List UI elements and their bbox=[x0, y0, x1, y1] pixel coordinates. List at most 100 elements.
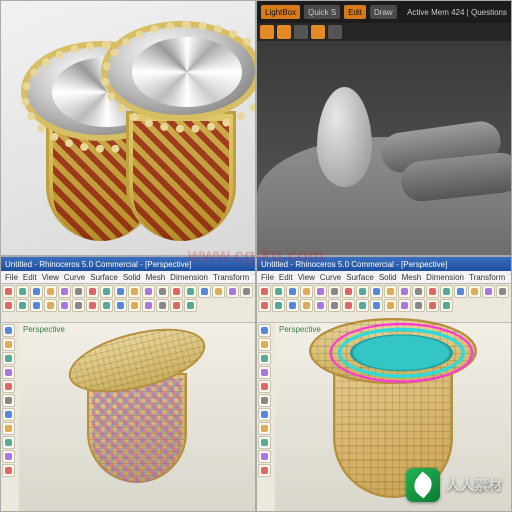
tool-icon[interactable] bbox=[370, 285, 383, 298]
menu-mesh[interactable]: Mesh bbox=[146, 273, 166, 282]
side-tool-icon[interactable] bbox=[2, 324, 15, 337]
menu-file[interactable]: File bbox=[5, 273, 18, 282]
menu-transform[interactable]: Transform bbox=[469, 273, 505, 282]
tool-icon[interactable] bbox=[468, 285, 481, 298]
quicksave-button[interactable]: Quick S bbox=[304, 5, 340, 19]
tool-icon[interactable] bbox=[412, 299, 425, 312]
tool-icon[interactable] bbox=[314, 299, 327, 312]
tool-icon[interactable] bbox=[198, 285, 211, 298]
menu-tools[interactable]: Tools bbox=[254, 273, 255, 282]
color-icon[interactable] bbox=[328, 25, 342, 39]
tool-icon[interactable] bbox=[30, 299, 43, 312]
side-tool-icon[interactable] bbox=[258, 338, 271, 351]
tool-icon[interactable] bbox=[328, 299, 341, 312]
side-tool-icon[interactable] bbox=[2, 408, 15, 421]
menu-file[interactable]: File bbox=[261, 273, 274, 282]
side-tool-icon[interactable] bbox=[2, 436, 15, 449]
side-tool-icon[interactable] bbox=[258, 394, 271, 407]
tool-icon[interactable] bbox=[286, 299, 299, 312]
draw-button[interactable]: Draw bbox=[370, 5, 397, 19]
tool-icon[interactable] bbox=[212, 285, 225, 298]
side-tool-icon[interactable] bbox=[258, 366, 271, 379]
tool-icon[interactable] bbox=[286, 285, 299, 298]
menu-solid[interactable]: Solid bbox=[123, 273, 141, 282]
menu-surface[interactable]: Surface bbox=[90, 273, 118, 282]
tool-icon[interactable] bbox=[184, 285, 197, 298]
menu-mesh[interactable]: Mesh bbox=[402, 273, 422, 282]
tool-icon[interactable] bbox=[482, 285, 495, 298]
side-tool-icon[interactable] bbox=[2, 422, 15, 435]
rhino-viewport[interactable]: Perspective bbox=[275, 323, 511, 512]
tool-icon[interactable] bbox=[100, 299, 113, 312]
brush-icon[interactable] bbox=[260, 25, 274, 39]
tool-icon[interactable] bbox=[128, 299, 141, 312]
tool-icon[interactable] bbox=[58, 299, 71, 312]
tool-icon[interactable] bbox=[258, 285, 271, 298]
tool-icon[interactable] bbox=[16, 299, 29, 312]
side-tool-icon[interactable] bbox=[258, 324, 271, 337]
tool-icon[interactable] bbox=[426, 285, 439, 298]
side-tool-icon[interactable] bbox=[2, 380, 15, 393]
lightbox-button[interactable]: LightBox bbox=[261, 5, 300, 19]
tool-icon[interactable] bbox=[16, 285, 29, 298]
viewport-label[interactable]: Perspective bbox=[23, 325, 65, 334]
side-tool-icon[interactable] bbox=[2, 352, 15, 365]
side-tool-icon[interactable] bbox=[2, 464, 15, 477]
tool-icon[interactable] bbox=[328, 285, 341, 298]
tool-icon[interactable] bbox=[156, 299, 169, 312]
tool-icon[interactable] bbox=[184, 299, 197, 312]
tool-icon[interactable] bbox=[58, 285, 71, 298]
tool-icon[interactable] bbox=[426, 299, 439, 312]
side-tool-icon[interactable] bbox=[2, 394, 15, 407]
tool-icon[interactable] bbox=[156, 285, 169, 298]
tool-icon[interactable] bbox=[356, 299, 369, 312]
tool-icon[interactable] bbox=[86, 285, 99, 298]
rhino-viewport[interactable]: Perspective bbox=[19, 323, 255, 512]
tool-icon[interactable] bbox=[114, 299, 127, 312]
side-tool-icon[interactable] bbox=[258, 380, 271, 393]
tool-icon[interactable] bbox=[440, 285, 453, 298]
side-tool-icon[interactable] bbox=[258, 408, 271, 421]
tool-icon[interactable] bbox=[2, 285, 15, 298]
side-tool-icon[interactable] bbox=[2, 366, 15, 379]
alpha-icon[interactable] bbox=[294, 25, 308, 39]
tool-icon[interactable] bbox=[72, 299, 85, 312]
menu-curve[interactable]: Curve bbox=[64, 273, 85, 282]
tool-icon[interactable] bbox=[100, 285, 113, 298]
tool-icon[interactable] bbox=[2, 299, 15, 312]
tool-icon[interactable] bbox=[342, 299, 355, 312]
tool-icon[interactable] bbox=[272, 299, 285, 312]
menu-dimension[interactable]: Dimension bbox=[170, 273, 208, 282]
material-icon[interactable] bbox=[311, 25, 325, 39]
edit-button[interactable]: Edit bbox=[344, 5, 366, 19]
tool-icon[interactable] bbox=[300, 285, 313, 298]
menu-transform[interactable]: Transform bbox=[213, 273, 249, 282]
menu-dimension[interactable]: Dimension bbox=[426, 273, 464, 282]
tool-icon[interactable] bbox=[170, 285, 183, 298]
menu-tools[interactable]: Tools bbox=[510, 273, 511, 282]
tool-icon[interactable] bbox=[30, 285, 43, 298]
tool-icon[interactable] bbox=[258, 299, 271, 312]
menu-edit[interactable]: Edit bbox=[23, 273, 37, 282]
menu-solid[interactable]: Solid bbox=[379, 273, 397, 282]
tool-icon[interactable] bbox=[314, 285, 327, 298]
side-tool-icon[interactable] bbox=[258, 436, 271, 449]
side-tool-icon[interactable] bbox=[2, 338, 15, 351]
side-tool-icon[interactable] bbox=[258, 464, 271, 477]
tool-icon[interactable] bbox=[240, 285, 253, 298]
tool-icon[interactable] bbox=[370, 299, 383, 312]
tool-icon[interactable] bbox=[272, 285, 285, 298]
tool-icon[interactable] bbox=[412, 285, 425, 298]
tool-icon[interactable] bbox=[114, 285, 127, 298]
tool-icon[interactable] bbox=[342, 285, 355, 298]
tool-icon[interactable] bbox=[496, 285, 509, 298]
tool-icon[interactable] bbox=[398, 299, 411, 312]
side-tool-icon[interactable] bbox=[258, 422, 271, 435]
side-tool-icon[interactable] bbox=[258, 352, 271, 365]
tool-icon[interactable] bbox=[384, 299, 397, 312]
tool-icon[interactable] bbox=[300, 299, 313, 312]
tool-icon[interactable] bbox=[142, 299, 155, 312]
stroke-icon[interactable] bbox=[277, 25, 291, 39]
tool-icon[interactable] bbox=[440, 299, 453, 312]
menu-curve[interactable]: Curve bbox=[320, 273, 341, 282]
